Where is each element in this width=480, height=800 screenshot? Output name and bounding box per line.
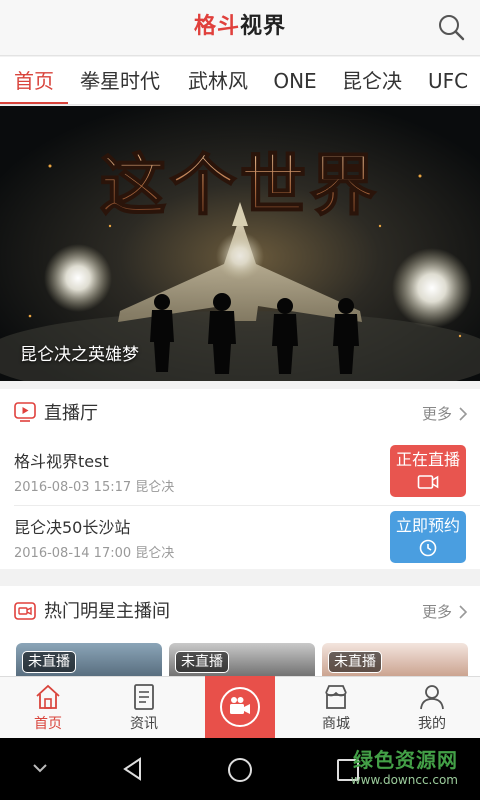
live-now-button[interactable]: 正在直播 xyxy=(390,445,466,497)
nav-profile[interactable]: 我的 xyxy=(384,677,480,739)
live-item-title: 昆仑决50长沙站 xyxy=(14,518,131,537)
app-screen: 格斗视界 首页 拳星时代 武林风 ONE 昆仑决 UFC 这个世界 昆仑决之英雄… xyxy=(0,0,480,800)
watermark-title: 绿色资源网 xyxy=(353,748,458,772)
not-live-badge: 未直播 xyxy=(175,651,229,673)
star-room-thumbnail[interactable]: 未直播 xyxy=(16,643,162,678)
search-button[interactable] xyxy=(436,12,468,44)
live-item[interactable]: 格斗视界test 2016-08-03 15:17 昆仑决 正在直播 xyxy=(0,439,480,505)
back-icon[interactable] xyxy=(120,756,146,782)
search-icon xyxy=(439,15,465,41)
not-live-badge: 未直播 xyxy=(22,651,76,673)
active-tab-indicator xyxy=(0,102,68,104)
news-icon xyxy=(134,684,154,710)
live-now-label: 正在直播 xyxy=(395,450,460,469)
camera-icon xyxy=(220,687,260,727)
chevron-right-icon[interactable] xyxy=(458,605,468,619)
nav-news[interactable]: 资讯 xyxy=(96,677,192,739)
video-camera-icon xyxy=(417,475,439,489)
chevron-right-icon[interactable] xyxy=(458,407,468,421)
live-hall-header: 直播厅 更多 xyxy=(0,389,480,439)
hot-stars-header: 热门明星主播间 更多 xyxy=(0,586,480,636)
live-broadcast-button[interactable] xyxy=(205,676,275,738)
star-room-thumbnail[interactable]: 未直播 xyxy=(169,643,315,678)
tab-kunlunjue[interactable]: 昆仑决 xyxy=(334,57,410,104)
store-icon xyxy=(325,685,347,709)
watermark-url: www.downcc.com xyxy=(350,773,458,787)
tab-one[interactable]: ONE xyxy=(266,57,324,104)
reserve-label: 立即预约 xyxy=(395,516,460,535)
live-item-title: 格斗视界test xyxy=(14,452,109,471)
live-item[interactable]: 昆仑决50长沙站 2016-08-14 17:00 昆仑决 立即预约 xyxy=(0,505,480,571)
category-tabs: 首页 拳星时代 武林风 ONE 昆仑决 UFC xyxy=(0,57,480,105)
nav-profile-label: 我的 xyxy=(418,716,446,732)
nav-home[interactable]: 首页 xyxy=(0,677,96,739)
home-icon xyxy=(36,684,60,709)
chevron-down-icon[interactable] xyxy=(32,762,48,774)
home-circle-icon[interactable] xyxy=(226,756,254,784)
star-room-thumbnail[interactable]: 未直播 xyxy=(322,643,468,678)
live-hall-more-link[interactable]: 更多 xyxy=(422,404,452,424)
live-hall-section: 直播厅 更多 格斗视界test 2016-08-03 15:17 昆仑决 正在直… xyxy=(0,389,480,569)
live-hall-icon xyxy=(14,402,36,422)
banner-headline: 这个世界 xyxy=(100,147,380,224)
live-hall-title: 直播厅 xyxy=(44,403,98,424)
video-room-icon xyxy=(14,602,36,620)
live-item-meta: 2016-08-14 17:00 昆仑决 xyxy=(14,546,175,561)
logo-part2: 视界 xyxy=(240,14,287,39)
hot-stars-more-link[interactable]: 更多 xyxy=(422,602,452,622)
not-live-badge: 未直播 xyxy=(328,651,382,673)
tab-wulinfeng[interactable]: 武林风 xyxy=(180,57,256,104)
profile-icon xyxy=(420,685,444,710)
banner-caption: 昆仑决之英雄梦 xyxy=(20,345,139,365)
live-item-meta: 2016-08-03 15:17 昆仑决 xyxy=(14,480,175,495)
reserve-button[interactable]: 立即预约 xyxy=(390,511,466,563)
site-watermark: 绿色资源网 www.downcc.com xyxy=(351,748,458,788)
app-logo: 格斗视界 xyxy=(0,12,480,42)
tab-ufc[interactable]: UFC xyxy=(420,57,476,104)
nav-store[interactable]: 商城 xyxy=(288,677,384,739)
nav-news-label: 资讯 xyxy=(130,716,158,732)
nav-store-label: 商城 xyxy=(322,716,350,732)
nav-home-label: 首页 xyxy=(34,716,62,732)
app-header: 格斗视界 xyxy=(0,0,480,56)
hot-stars-title: 热门明星主播间 xyxy=(44,601,170,622)
tab-home[interactable]: 首页 xyxy=(0,57,68,104)
clock-icon xyxy=(419,539,437,557)
logo-part1: 格斗 xyxy=(193,14,240,39)
tab-quanxing[interactable]: 拳星时代 xyxy=(72,57,168,104)
